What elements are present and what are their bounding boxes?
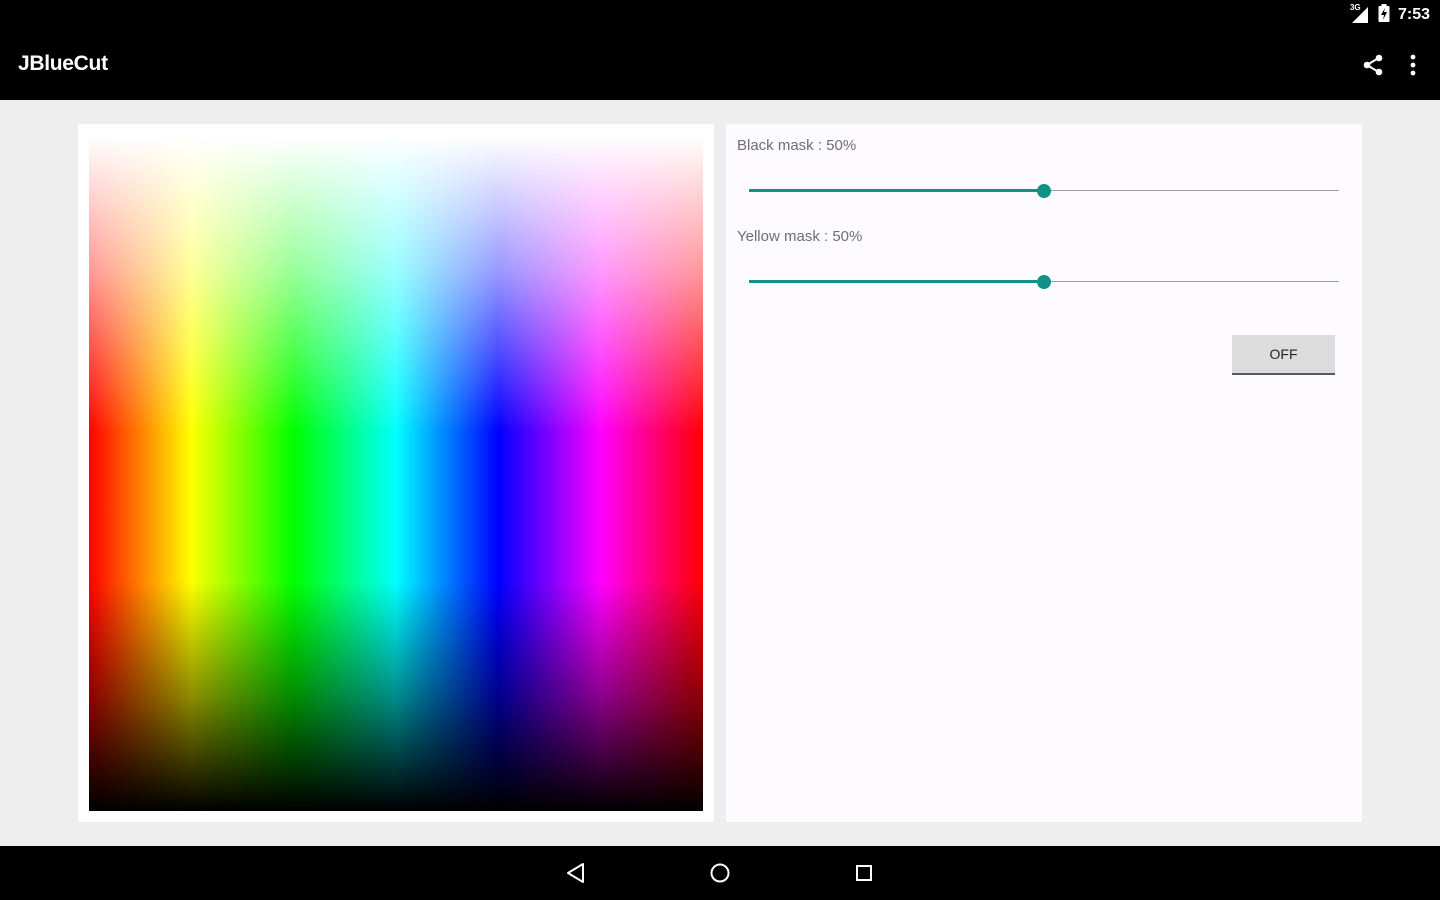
recents-icon	[856, 865, 872, 881]
back-icon	[567, 863, 584, 883]
slider-thumb[interactable]	[1037, 275, 1051, 289]
app-bar: JBlueCut	[0, 30, 1440, 100]
yellow-mask-slider[interactable]	[749, 272, 1339, 292]
overflow-menu-icon	[1410, 54, 1416, 76]
color-preview-card	[78, 124, 714, 822]
share-button[interactable]	[1358, 50, 1388, 80]
home-icon	[710, 863, 730, 883]
network-type-label: 3G	[1349, 3, 1361, 12]
black-mask-label: Black mask : 50%	[737, 137, 857, 154]
off-toggle-button[interactable]: OFF	[1232, 335, 1335, 375]
recents-button[interactable]	[849, 858, 879, 888]
battery-charging-icon	[1378, 3, 1390, 27]
controls-card: Black mask : 50% Yellow mask : 50% OFF	[726, 124, 1362, 822]
status-icons: 3G 7:53	[1349, 3, 1430, 27]
app-title: JBlueCut	[18, 52, 108, 75]
status-bar: 3G 7:53	[0, 0, 1440, 30]
navigation-bar	[0, 846, 1440, 900]
back-button[interactable]	[561, 858, 591, 888]
yellow-mask-label: Yellow mask : 50%	[737, 228, 863, 245]
spectrum-shade-layer	[89, 135, 703, 811]
black-mask-slider[interactable]	[749, 181, 1339, 201]
slider-thumb[interactable]	[1037, 184, 1051, 198]
content-area: Black mask : 50% Yellow mask : 50% OFF	[0, 100, 1440, 846]
home-button[interactable]	[705, 858, 735, 888]
share-icon	[1363, 54, 1383, 76]
color-spectrum-preview	[89, 135, 703, 811]
signal-icon: 3G	[1349, 3, 1370, 25]
status-time: 7:53	[1397, 6, 1430, 23]
slider-fill	[749, 280, 1044, 283]
slider-fill	[749, 189, 1044, 192]
overflow-menu-button[interactable]	[1400, 50, 1426, 80]
